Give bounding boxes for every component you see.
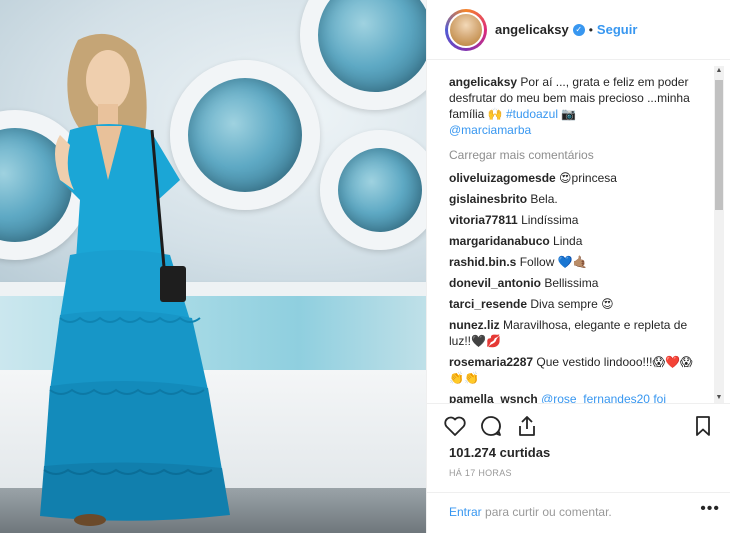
load-more-comments[interactable]: Carregar mais comentários [449,148,705,162]
post-header: angelicaksy ✓ • Seguir [427,0,730,60]
comment-text: 😍princesa [559,171,617,185]
comment-item: gislainesbrito Bela. [449,191,705,207]
avatar-image [448,11,484,48]
comment-username[interactable]: rashid.bin.s [449,255,516,269]
share-button[interactable] [513,412,541,440]
follow-button[interactable]: Seguir [597,22,637,37]
woman-in-blue-dress [40,33,230,526]
comment-item: donevil_antonio Bellissima [449,275,705,291]
separator-dot: • [588,22,593,37]
camera-emoji: 📷 [561,107,577,121]
post-photo[interactable] [0,0,426,533]
caption-username[interactable]: angelicaksy [449,75,517,89]
comment-username[interactable]: pamella_wsnch [449,392,538,403]
post-sidebar: angelicaksy ✓ • Seguir angelicaksy Por a… [426,0,730,533]
comment-button[interactable] [477,412,505,440]
comment-username[interactable]: nunez.liz [449,318,500,332]
comment-username[interactable]: vitoria77811 [449,213,518,227]
caption-mention[interactable]: @marciamarba [449,123,531,137]
post-timestamp[interactable]: HÁ 17 HORAS [449,468,512,478]
comment-username[interactable]: gislainesbrito [449,192,527,206]
login-prompt: Entrar para curtir ou comentar. [427,492,730,533]
comment-icon [481,415,501,436]
bookmark-icon [696,415,710,436]
login-link[interactable]: Entrar [449,505,482,519]
comment-text: Bela. [530,192,558,206]
comment-item: margaridanabuco Linda [449,233,705,249]
comments-scrollbar[interactable]: ▲ ▼ [714,66,724,403]
comment-text: Lindíssima [521,213,579,227]
comment-item: nunez.liz Maravilhosa, elegante e replet… [449,317,705,349]
post-caption: angelicaksy Por aí ..., grata e feliz em… [449,74,705,138]
verified-badge-icon: ✓ [572,23,585,36]
like-button[interactable] [441,412,469,440]
username-link[interactable]: angelicaksy [495,22,569,37]
action-bar [427,403,730,447]
comment-username[interactable]: margaridanabuco [449,234,550,248]
caption-hashtag[interactable]: #tudoazul [506,107,558,121]
comment-username[interactable]: rosemaria2287 [449,355,533,369]
comment-text: Follow 💙🤙🏽 [519,255,588,269]
scroll-down-arrow-icon[interactable]: ▼ [714,393,724,403]
comment-item: rashid.bin.s Follow 💙🤙🏽 [449,254,705,270]
comment-item: oliveluizagomesde 😍princesa [449,170,705,186]
comment-username[interactable]: donevil_antonio [449,276,541,290]
comment-text: Diva sempre 😍 [530,297,614,311]
scrollbar-thumb[interactable] [715,80,723,210]
comment-text: Linda [553,234,583,248]
save-button[interactable] [689,412,717,440]
heart-icon [444,416,466,436]
login-prompt-text: para curtir ou comentar. [481,505,612,519]
comment-username[interactable]: tarci_resende [449,297,527,311]
comment-text: @rose_fernandes20 foi [541,392,666,403]
comment-item: pamella_wsnch @rose_fernandes20 foi [449,391,705,403]
comment-item: vitoria77811 Lindíssima [449,212,705,228]
comment-username[interactable]: oliveluizagomesde [449,171,556,185]
comment-item: rosemaria2287 Que vestido lindooo!!!😱❤️😱… [449,354,705,386]
share-icon [519,415,535,436]
likes-count[interactable]: 101.274 curtidas [449,445,550,460]
scroll-up-arrow-icon[interactable]: ▲ [714,66,724,76]
comment-text: Bellissima [544,276,599,290]
avatar[interactable] [445,8,487,51]
comments-list[interactable]: angelicaksy Por aí ..., grata e feliz em… [427,66,715,403]
more-options-icon[interactable]: ••• [700,500,720,518]
comment-item: tarci_resende Diva sempre 😍 [449,296,705,312]
